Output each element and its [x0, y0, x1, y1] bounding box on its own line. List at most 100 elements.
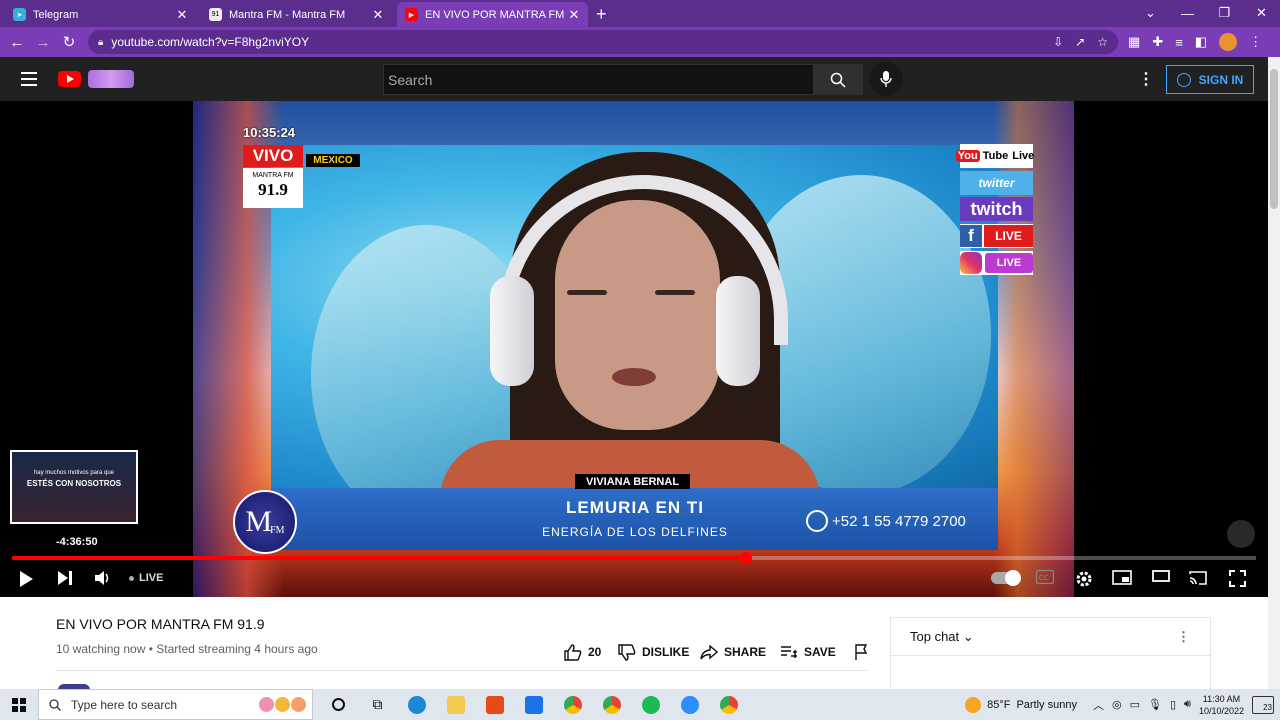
file-explorer-icon[interactable]: [436, 689, 475, 720]
youtube-logo[interactable]: [58, 71, 81, 87]
instagram-icon: [960, 252, 982, 274]
live-chat-panel: Top chat ⌄ ⋮: [890, 617, 1211, 697]
youtube-doodle[interactable]: [88, 70, 134, 88]
autoplay-toggle[interactable]: [991, 570, 1021, 586]
minimize-button[interactable]: —: [1169, 0, 1206, 26]
report-button[interactable]: [854, 640, 878, 664]
forward-icon[interactable]: →: [30, 34, 56, 51]
play-button[interactable]: [18, 570, 34, 588]
voice-search-button[interactable]: [869, 62, 903, 96]
new-tab-button[interactable]: +: [596, 2, 607, 27]
close-icon[interactable]: ✕: [176, 7, 188, 23]
top-chat-dropdown[interactable]: Top chat ⌄: [910, 629, 974, 645]
station-name-small: MANTRA FM: [252, 172, 294, 179]
share-icon[interactable]: ↗: [1075, 35, 1085, 49]
share-button[interactable]: SHARE: [700, 640, 780, 664]
cast-button[interactable]: [1188, 570, 1208, 586]
restore-button[interactable]: ❐: [1206, 0, 1243, 26]
live-indicator[interactable]: LIVE: [129, 572, 163, 584]
network-icon[interactable]: ◎: [1112, 698, 1122, 711]
speaker-icon[interactable]: 🔊︎: [1184, 698, 1191, 711]
theater-mode-button[interactable]: [1152, 570, 1170, 582]
system-tray: 85°F Partly sunny ︿ ◎ ▭ 🎙︎ ▯ 🔊︎ 11:30 AM…: [965, 693, 1280, 717]
next-button[interactable]: [57, 570, 73, 586]
search-input[interactable]: Search: [383, 64, 814, 95]
save-button[interactable]: SAVE: [780, 640, 854, 664]
mail-icon[interactable]: [514, 689, 553, 720]
channel-watermark[interactable]: [1227, 520, 1255, 548]
fullscreen-button[interactable]: [1229, 570, 1246, 587]
puzzle-icon[interactable]: ✚: [1152, 34, 1163, 50]
miniplayer-button[interactable]: [1112, 570, 1132, 585]
back-icon[interactable]: ←: [4, 34, 30, 51]
lock-icon[interactable]: 🔒︎: [98, 37, 103, 48]
subtitles-button[interactable]: CC: [1036, 570, 1054, 584]
weather-widget[interactable]: 85°F Partly sunny: [965, 696, 1077, 713]
chevron-down-icon: ⌄: [962, 628, 974, 644]
microphone-icon: [880, 71, 892, 87]
tab-telegram[interactable]: ➤ Telegram ✕: [5, 2, 196, 27]
like-button[interactable]: 20: [564, 640, 618, 664]
chevron-up-icon[interactable]: ︿: [1093, 697, 1104, 713]
notification-count: 23: [1263, 702, 1272, 712]
tab-youtube-live[interactable]: ▶ EN VIVO POR MANTRA FM 91.9 ✕: [397, 2, 588, 27]
address-bar[interactable]: 🔒︎ youtube.com/watch?v=F8hg2nviYOY ⇩ ↗ ☆: [88, 30, 1118, 54]
side-panel-icon[interactable]: ◧: [1195, 34, 1207, 50]
windows-taskbar: Type here to search ⧉ 85°F Partly sunny …: [0, 689, 1280, 720]
meet-now-icon[interactable]: ▭: [1130, 698, 1140, 711]
cortana-icon[interactable]: [319, 689, 358, 720]
bookmark-star-icon[interactable]: ☆: [1097, 35, 1108, 49]
reload-icon[interactable]: ↻: [56, 33, 82, 51]
sign-in-label: SIGN IN: [1198, 72, 1244, 87]
sign-in-button[interactable]: SIGN IN: [1166, 65, 1254, 94]
tab-mantra-fm[interactable]: 91 Mantra FM - Mantra FM ✕: [201, 2, 392, 27]
menu-kebab-icon[interactable]: ⋮: [1249, 34, 1262, 50]
facebook-icon: f: [960, 225, 982, 247]
chrome-icon[interactable]: [553, 689, 592, 720]
chat-options-kebab-icon[interactable]: ⋮: [1177, 629, 1190, 645]
page-scrollbar[interactable]: [1268, 57, 1280, 689]
taskbar-clock[interactable]: 11:30 AM 10/10/2022: [1199, 693, 1244, 717]
task-view-icon[interactable]: ⧉: [358, 689, 397, 720]
chrome-icon[interactable]: [592, 689, 631, 720]
scrubber-handle[interactable]: [739, 552, 752, 564]
taskbar-search[interactable]: Type here to search: [38, 689, 313, 720]
scrollbar-thumb[interactable]: [1270, 69, 1278, 209]
settings-kebab-icon[interactable]: ⋮: [1138, 69, 1154, 89]
share-label: SHARE: [724, 645, 767, 659]
close-window-button[interactable]: ✕: [1243, 0, 1280, 26]
search-highlight-icon[interactable]: [259, 697, 312, 712]
volume-button[interactable]: [94, 570, 112, 586]
settings-button[interactable]: [1075, 570, 1093, 588]
tab-search-icon[interactable]: ⌄: [1132, 0, 1169, 26]
edge-icon[interactable]: [397, 689, 436, 720]
close-icon[interactable]: ✕: [568, 7, 580, 23]
progress-fill: [12, 556, 746, 560]
wifi-icon[interactable]: ▯: [1170, 698, 1176, 711]
section-divider: [56, 670, 868, 671]
show-title: LEMURIA EN TI: [566, 498, 704, 517]
browser-toolbar: ← → ↻ 🔒︎ youtube.com/watch?v=F8hg2nviYOY…: [0, 27, 1280, 57]
url-text: youtube.com/watch?v=F8hg2nviYOY: [111, 35, 310, 49]
profile-avatar[interactable]: [1219, 33, 1238, 51]
closed-captions-icon: CC: [1036, 570, 1054, 584]
office-icon[interactable]: [475, 689, 514, 720]
progress-bar[interactable]: [12, 552, 1256, 564]
thumbs-down-icon: [618, 643, 636, 661]
spotify-icon[interactable]: [631, 689, 670, 720]
install-icon[interactable]: ⇩: [1053, 35, 1063, 49]
search-button[interactable]: [813, 64, 863, 95]
reading-list-icon[interactable]: ≡: [1175, 35, 1183, 50]
window-controls: ⌄ — ❐ ✕: [1132, 0, 1280, 26]
chrome-icon[interactable]: [709, 689, 748, 720]
hamburger-menu-icon[interactable]: [21, 72, 37, 86]
close-icon[interactable]: ✕: [372, 7, 384, 23]
notification-center-icon[interactable]: 23: [1252, 695, 1274, 714]
extension-icon[interactable]: ▦: [1128, 34, 1140, 50]
start-button[interactable]: [0, 697, 38, 712]
account-icon: [1176, 72, 1191, 87]
zoom-icon[interactable]: [670, 689, 709, 720]
svg-text:CC: CC: [1039, 575, 1049, 582]
dislike-button[interactable]: DISLIKE: [618, 640, 700, 664]
microphone-icon[interactable]: 🎙︎: [1148, 698, 1162, 711]
